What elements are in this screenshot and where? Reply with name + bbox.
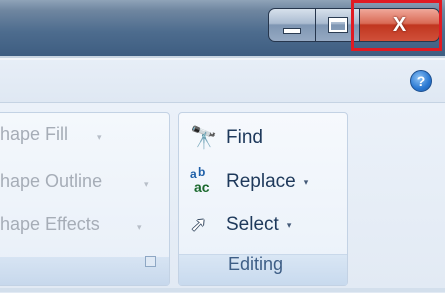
- replace-dropdown-arrow: ▾: [303, 176, 309, 187]
- replace-button[interactable]: a b ac Replace ▾: [190, 165, 309, 196]
- shape-outline-label: hape Outline: [0, 171, 103, 191]
- cursor-icon: ➚: [190, 214, 207, 236]
- select-label: Select: [226, 214, 279, 235]
- shape-fill-button[interactable]: hape Fill: [0, 124, 68, 145]
- find-label: Find: [226, 127, 263, 148]
- drawing-group-footer: [0, 257, 169, 285]
- dialog-launcher-icon[interactable]: [145, 256, 156, 267]
- shape-fill-dropdown-arrow: ▾: [97, 132, 102, 142]
- select-dropdown-arrow: ▾: [286, 219, 292, 230]
- shape-fill-label: hape Fill: [0, 124, 69, 144]
- help-icon[interactable]: ?: [410, 70, 432, 92]
- maximize-icon: [327, 17, 348, 33]
- find-button[interactable]: 🔭 Find: [190, 124, 263, 152]
- close-icon: X: [392, 13, 407, 36]
- minimize-icon: [283, 28, 301, 34]
- shape-effects-label: hape Effects: [0, 214, 100, 234]
- close-button[interactable]: X: [360, 8, 440, 42]
- binoculars-icon: 🔭: [190, 125, 218, 150]
- shape-effects-button[interactable]: hape Effects: [0, 214, 100, 235]
- ribbon-bottom-edge: [0, 288, 445, 292]
- shape-effects-dropdown-arrow: ▾: [137, 222, 142, 232]
- ribbon-tab-strip: [0, 60, 445, 102]
- shape-outline-dropdown-arrow: ▾: [144, 179, 149, 189]
- replace-icon: a b ac: [190, 165, 210, 195]
- minimize-button[interactable]: [268, 8, 316, 42]
- maximize-button[interactable]: [316, 8, 360, 42]
- shape-outline-button[interactable]: hape Outline: [0, 171, 102, 192]
- editing-group-label: Editing: [228, 254, 284, 274]
- replace-label: Replace: [226, 171, 296, 192]
- select-button[interactable]: ➚ Select ▾: [190, 211, 291, 239]
